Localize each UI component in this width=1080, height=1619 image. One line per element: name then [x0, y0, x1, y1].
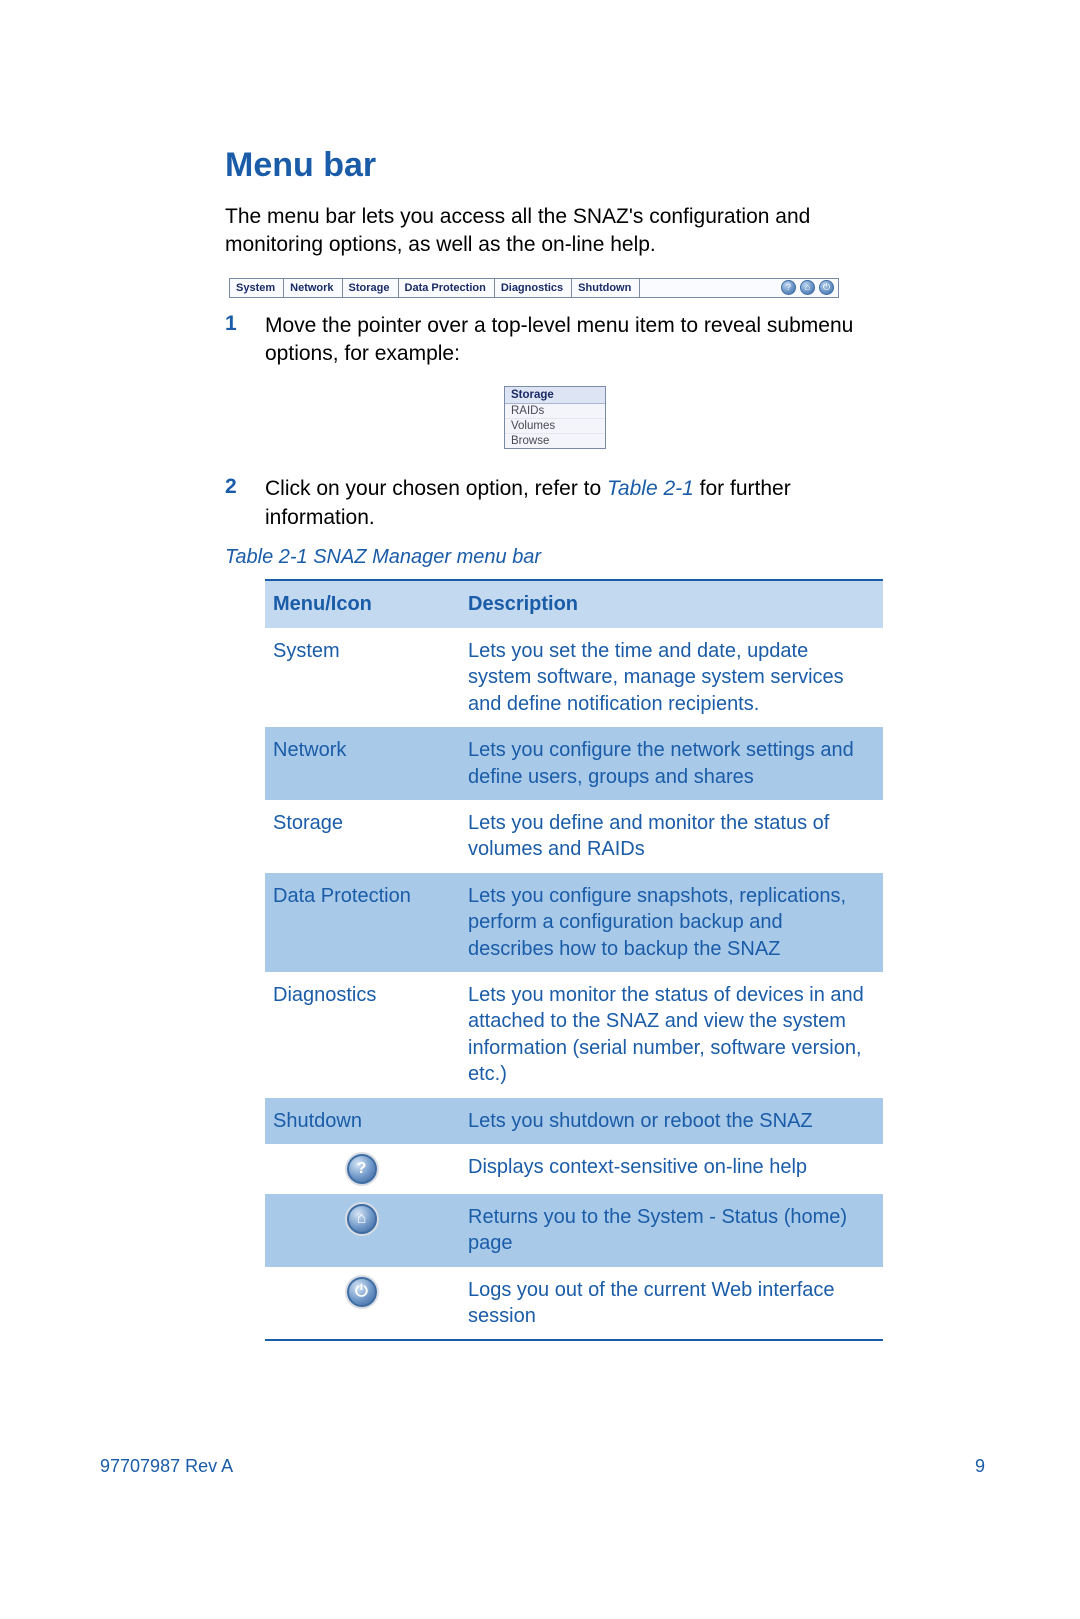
menubar: System Network Storage Data Protection D… — [229, 278, 839, 298]
table-row: ShutdownLets you shutdown or reboot the … — [265, 1098, 883, 1144]
table-caption: Table 2-1 SNAZ Manager menu bar — [225, 546, 885, 569]
help-icon[interactable]: ? — [347, 1154, 377, 1184]
row-icon-cell: ? — [265, 1144, 460, 1194]
submenu-item-raids[interactable]: RAIDs — [505, 404, 605, 419]
menubar-screenshot: System Network Storage Data Protection D… — [229, 278, 839, 298]
table-row: ⏻ Logs you out of the current Web interfa… — [265, 1267, 883, 1341]
menubar-spacer — [640, 279, 777, 297]
menu-network[interactable]: Network — [284, 279, 342, 297]
row-menu-name: Shutdown — [265, 1098, 460, 1144]
row-menu-name: Diagnostics — [265, 972, 460, 1098]
step-number: 2 — [225, 475, 265, 532]
th-menu-icon: Menu/Icon — [265, 580, 460, 628]
submenu-item-browse[interactable]: Browse — [505, 434, 605, 448]
step-2: 2 Click on your chosen option, refer to … — [225, 475, 885, 532]
menubar-icons: ? ⌂ ⏻ — [777, 279, 838, 297]
row-description: Lets you configure snapshots, replicatio… — [460, 873, 883, 972]
row-description: Logs you out of the current Web interfac… — [460, 1267, 883, 1341]
intro-paragraph: The menu bar lets you access all the SNA… — [225, 203, 885, 260]
submenu-item-volumes[interactable]: Volumes — [505, 419, 605, 434]
table-row: DiagnosticsLets you monitor the status o… — [265, 972, 883, 1098]
step-text: Move the pointer over a top-level menu i… — [265, 312, 885, 369]
table-row: ? Displays context-sensitive on-line help — [265, 1144, 883, 1194]
section-heading: Menu bar — [225, 146, 885, 185]
row-description: Returns you to the System - Status (home… — [460, 1194, 883, 1267]
table-row: NetworkLets you configure the network se… — [265, 727, 883, 800]
submenu: Storage RAIDs Volumes Browse — [504, 386, 606, 449]
submenu-head[interactable]: Storage — [505, 387, 605, 404]
menu-data-protection[interactable]: Data Protection — [399, 279, 495, 297]
step-text: Click on your chosen option, refer to Ta… — [265, 475, 885, 532]
row-icon-cell: ⌂ — [265, 1194, 460, 1267]
row-description: Displays context-sensitive on-line help — [460, 1144, 883, 1194]
row-menu-name: System — [265, 628, 460, 727]
home-icon[interactable]: ⌂ — [800, 280, 815, 295]
footer-pagenum: 9 — [975, 1456, 985, 1477]
row-menu-name: Network — [265, 727, 460, 800]
home-icon[interactable]: ⌂ — [347, 1204, 377, 1234]
step2-before: Click on your chosen option, refer to — [265, 477, 607, 500]
page-content: Menu bar The menu bar lets you access al… — [225, 146, 885, 1341]
table-row: StorageLets you define and monitor the s… — [265, 800, 883, 873]
logout-icon[interactable]: ⏻ — [347, 1277, 377, 1307]
row-description: Lets you configure the network settings … — [460, 727, 883, 800]
menu-diagnostics[interactable]: Diagnostics — [495, 279, 572, 297]
row-description: Lets you set the time and date, update s… — [460, 628, 883, 727]
row-menu-name: Storage — [265, 800, 460, 873]
table-row: Data ProtectionLets you configure snapsh… — [265, 873, 883, 972]
menu-shutdown[interactable]: Shutdown — [572, 279, 640, 297]
menu-system[interactable]: System — [230, 279, 284, 297]
menu-storage[interactable]: Storage — [343, 279, 399, 297]
table-row: ⌂ Returns you to the System - Status (hom… — [265, 1194, 883, 1267]
step-number: 1 — [225, 312, 265, 369]
table-row: SystemLets you set the time and date, up… — [265, 628, 883, 727]
row-description: Lets you shutdown or reboot the SNAZ — [460, 1098, 883, 1144]
footer-docid: 97707987 Rev A — [100, 1456, 233, 1477]
logout-icon[interactable]: ⏻ — [819, 280, 834, 295]
row-icon-cell: ⏻ — [265, 1267, 460, 1341]
help-icon[interactable]: ? — [781, 280, 796, 295]
th-description: Description — [460, 580, 883, 628]
row-description: Lets you monitor the status of devices i… — [460, 972, 883, 1098]
row-menu-name: Data Protection — [265, 873, 460, 972]
row-description: Lets you define and monitor the status o… — [460, 800, 883, 873]
step-1: 1 Move the pointer over a top-level menu… — [225, 312, 885, 369]
table-ref-link[interactable]: Table 2-1 — [607, 477, 694, 500]
menu-description-table: Menu/Icon Description SystemLets you set… — [265, 579, 883, 1341]
submenu-example: Storage RAIDs Volumes Browse — [225, 386, 885, 449]
